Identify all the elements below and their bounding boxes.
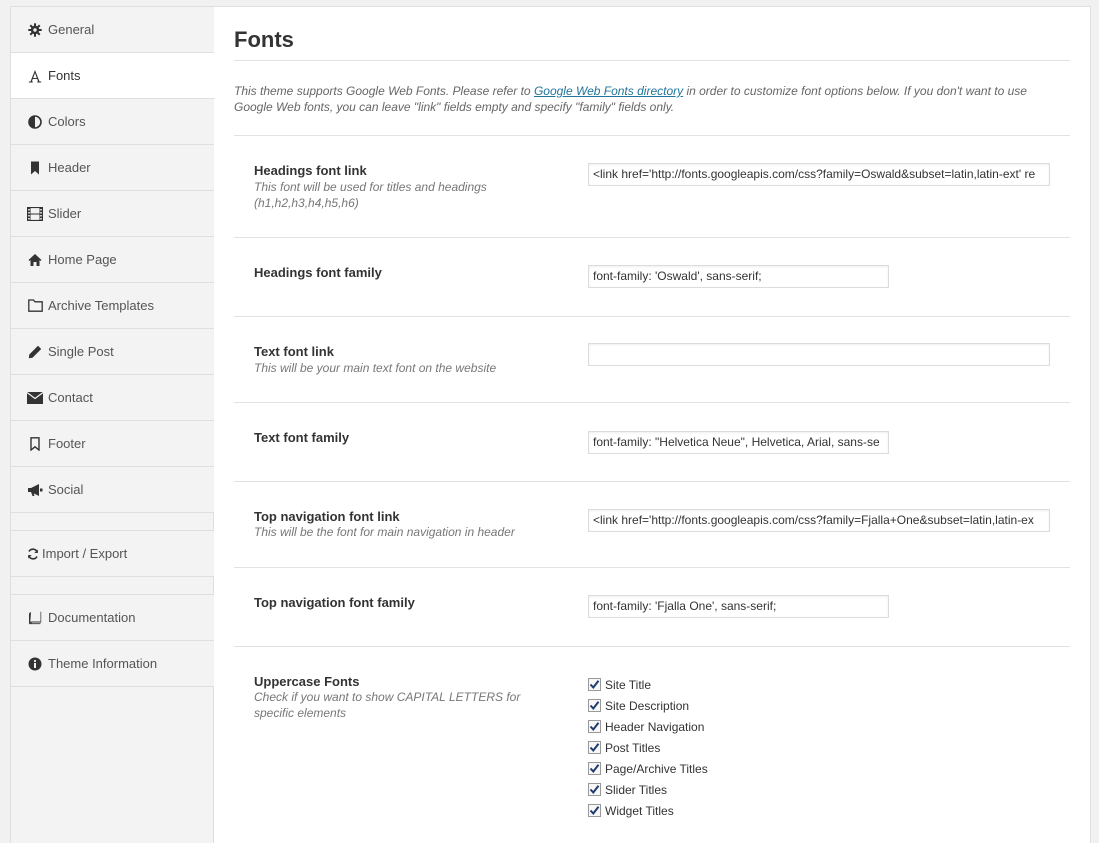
contrast-icon [27,114,43,130]
sidebar-item-label: Import / Export [42,546,128,561]
field-label: Text font link [254,344,334,359]
bookmark-icon [27,160,43,176]
checkbox-site-title[interactable]: Site Title [588,674,708,695]
sidebar-item-label: Theme Information [48,656,158,671]
field-description: This font will be used for titles and he… [254,180,487,210]
checkbox-checked-icon[interactable] [588,783,601,796]
checkbox-label: Site Description [605,698,690,713]
sidebar-item-fonts[interactable]: Fonts [11,53,215,99]
checkbox-widget-titles[interactable]: Widget Titles [588,800,708,821]
checkbox-checked-icon[interactable] [588,699,601,712]
text-font-link-input[interactable] [588,343,1050,366]
checkbox-checked-icon[interactable] [588,804,601,817]
headings-font-family-input[interactable]: font-family: 'Oswald', sans-serif; [588,265,889,288]
field-label: Headings font link [254,163,367,178]
nav-font-family-input[interactable]: font-family: 'Fjalla One', sans-serif; [588,595,889,618]
checkbox-checked-icon[interactable] [588,720,601,733]
sidebar-item-header[interactable]: Header [11,145,214,191]
checkbox-header-navigation[interactable]: Header Navigation [588,716,708,737]
sidebar-item-archive-templates[interactable]: Archive Templates [11,283,214,329]
megaphone-icon [27,482,43,498]
sidebar-item-footer[interactable]: Footer [11,421,214,467]
checkbox-checked-icon[interactable] [588,762,601,775]
sidebar-item-label: Contact [48,390,93,405]
home-icon [27,252,43,268]
sidebar-item-import-export[interactable]: Import / Export [11,531,214,577]
sidebar-item-label: Footer [48,436,86,451]
folder-icon [27,298,43,314]
bookmark-outline-icon [27,436,43,452]
field-description: This will be the font for main navigatio… [254,525,515,539]
font-icon [27,68,43,84]
field-description: Check if you want to show CAPITAL LETTER… [254,690,521,720]
intro-text: This theme supports Google Web Fonts. Pl… [234,83,1064,115]
text-font-family-row: Text font family font-family: "Helvetica… [234,402,1070,481]
sidebar-item-single-post[interactable]: Single Post [11,329,214,375]
book-icon [27,610,43,626]
gear-icon [27,22,43,38]
checkbox-label: Slider Titles [605,782,668,797]
sidebar-item-label: Colors [48,114,86,129]
field-label: Headings font family [254,265,382,280]
checkbox-slider-titles[interactable]: Slider Titles [588,779,708,800]
sidebar-item-label: Single Post [48,344,114,359]
field-label: Top navigation font family [254,595,415,610]
text-font-link-row: Text font link This will be your main te… [234,316,1070,402]
sidebar-item-colors[interactable]: Colors [11,99,214,145]
google-web-fonts-link[interactable]: Google Web Fonts directory [534,84,683,98]
info-icon [27,656,43,672]
sidebar-item-home-page[interactable]: Home Page [11,237,214,283]
sidebar-item-theme-information[interactable]: Theme Information [11,641,214,687]
field-label: Uppercase Fonts [254,674,360,689]
checkbox-site-description[interactable]: Site Description [588,695,708,716]
text-font-family-input[interactable]: font-family: "Helvetica Neue", Helvetica… [588,431,889,454]
sidebar-item-social[interactable]: Social [11,467,214,513]
title-divider [234,60,1070,61]
sidebar-item-documentation[interactable]: Documentation [11,595,214,641]
nav-font-family-row: Top navigation font family font-family: … [234,567,1070,646]
headings-font-link-row: Headings font link This font will be use… [234,135,1070,237]
sidebar-item-label: General [48,22,95,37]
sidebar-separator [11,513,214,531]
checkbox-label: Page/Archive Titles [605,761,708,776]
sidebar-item-contact[interactable]: Contact [11,375,214,421]
field-label: Text font family [254,430,350,445]
sidebar: General Fonts Colors Header Slider Home … [11,7,215,843]
sidebar-item-label: Header [48,160,91,175]
nav-font-link-input[interactable]: <link href='http://fonts.googleapis.com/… [588,509,1050,532]
envelope-icon [27,390,43,406]
sidebar-item-label: Social [48,482,84,497]
checkbox-label: Widget Titles [605,803,674,818]
sidebar-item-label: Archive Templates [48,298,154,313]
sidebar-separator [11,577,214,595]
checkbox-label: Site Title [605,677,652,692]
refresh-icon [27,546,39,562]
checkbox-checked-icon[interactable] [588,741,601,754]
checkbox-label: Header Navigation [605,719,705,734]
sidebar-item-label: Documentation [48,610,136,625]
headings-font-family-row: Headings font family font-family: 'Oswal… [234,237,1070,316]
field-label: Top navigation font link [254,509,400,524]
sidebar-item-general[interactable]: General [11,7,214,53]
sidebar-item-label: Home Page [48,252,117,267]
sidebar-item-slider[interactable]: Slider [11,191,214,237]
film-icon [27,206,43,222]
nav-font-link-row: Top navigation font link This will be th… [234,481,1070,567]
sidebar-item-label: Slider [48,206,82,221]
intro-text-before: This theme supports Google Web Fonts. Pl… [234,84,534,98]
uppercase-checkbox-list: Site Title Site Description Header Navig… [588,674,708,821]
field-description: This will be your main text font on the … [254,361,497,375]
uppercase-fonts-row: Uppercase Fonts Check if you want to sho… [234,646,1070,843]
checkbox-label: Post Titles [605,740,661,755]
page-title: Fonts [234,27,294,52]
checkbox-checked-icon[interactable] [588,678,601,691]
pencil-icon [27,344,43,360]
checkbox-post-titles[interactable]: Post Titles [588,737,708,758]
headings-font-link-input[interactable]: <link href='http://fonts.googleapis.com/… [588,163,1050,186]
sidebar-item-label: Fonts [48,68,81,83]
checkbox-page-archive-titles[interactable]: Page/Archive Titles [588,758,708,779]
